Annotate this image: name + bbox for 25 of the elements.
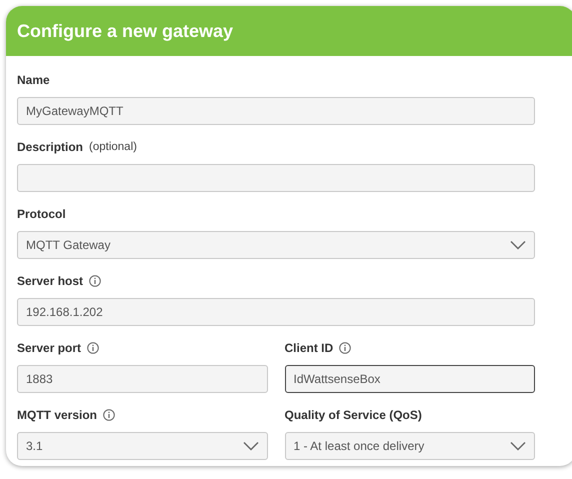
chevron-down-icon: [510, 240, 526, 250]
dropdown[interactable]: 3.1: [17, 432, 268, 460]
dialog-title: Configure a new gateway: [17, 20, 234, 42]
input-field[interactable]: [17, 164, 535, 192]
info-icon[interactable]: [103, 408, 116, 420]
info-icon[interactable]: [339, 342, 352, 354]
input-field[interactable]: 1883: [17, 365, 268, 393]
dropdown[interactable]: 1 - At least once delivery: [284, 432, 535, 460]
chevron-down-icon: [242, 441, 258, 451]
input-field[interactable]: 192.168.1.202: [17, 298, 535, 326]
field-label: Server port: [17, 340, 82, 354]
field-label: Quality of Service (QoS): [284, 408, 422, 422]
field-label: Client ID: [284, 340, 334, 354]
input-field[interactable]: MyGatewayMQTT: [17, 97, 535, 125]
chevron-down-icon: [510, 441, 526, 451]
dropdown[interactable]: MQTT Gateway: [17, 231, 535, 259]
field-label: Name: [17, 72, 50, 86]
info-icon[interactable]: [89, 274, 102, 286]
field-label: MQTT version: [17, 408, 98, 422]
field-label: Protocol: [17, 206, 66, 220]
info-icon[interactable]: [87, 342, 100, 354]
field-note: (optional): [89, 140, 137, 152]
field-label: Description: [17, 140, 84, 154]
input-field[interactable]: IdWattsenseBox: [284, 365, 535, 393]
field-label: Server host: [17, 274, 84, 288]
